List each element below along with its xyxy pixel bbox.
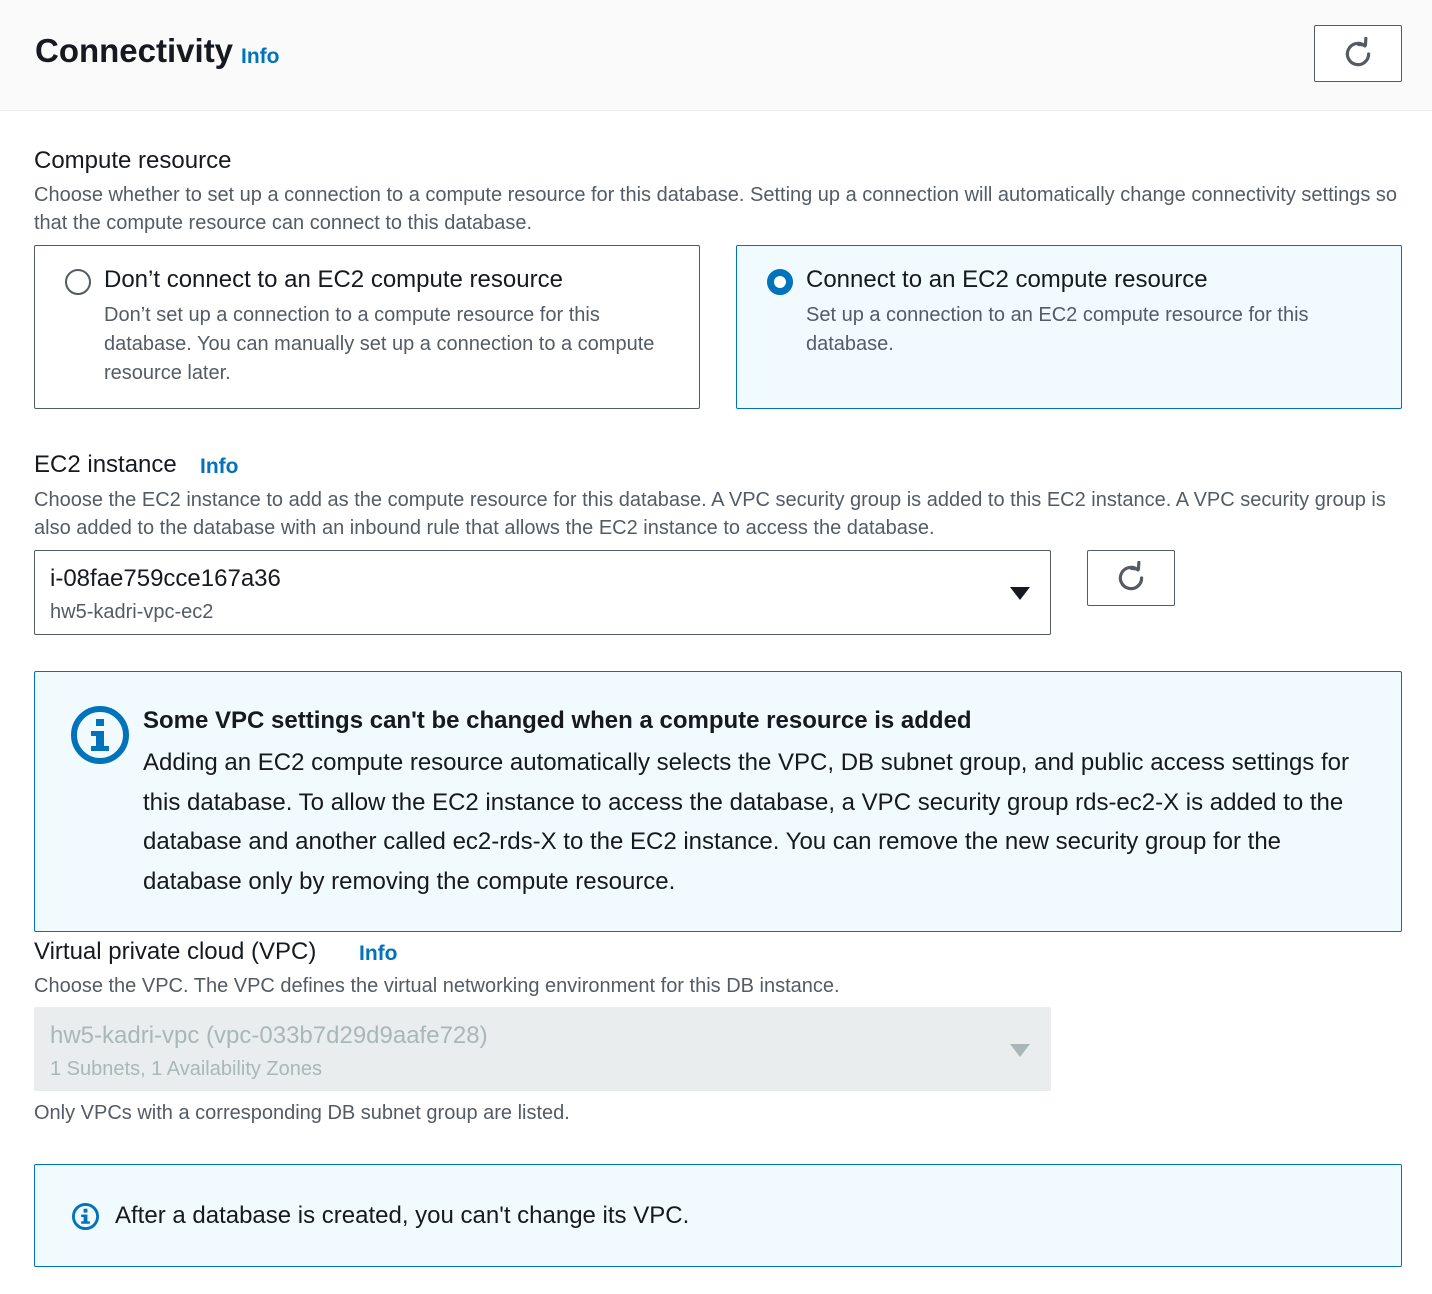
connectivity-info-link[interactable]: Info <box>241 45 279 69</box>
option-dont-connect-ec2[interactable]: Don’t connect to an EC2 compute resource… <box>34 245 700 409</box>
vpc-selected-detail: 1 Subnets, 1 Availability Zones <box>50 1058 323 1080</box>
option-title: Don’t connect to an EC2 compute resource <box>104 266 563 293</box>
vpc-info-link[interactable]: Info <box>359 942 397 966</box>
info-circle-icon <box>71 706 129 764</box>
section-title: Connectivity <box>35 32 234 69</box>
refresh-icon <box>1118 561 1144 591</box>
caret-down-icon <box>1010 1044 1030 1057</box>
vpc-label: Virtual private cloud (VPC) <box>34 938 317 965</box>
caret-down-icon <box>1010 587 1030 600</box>
option-title: Connect to an EC2 compute resource <box>806 266 1208 293</box>
option-connect-ec2[interactable]: Connect to an EC2 compute resource Set u… <box>736 245 1402 409</box>
radio-dont-connect[interactable] <box>65 269 91 295</box>
refresh-button[interactable] <box>1314 25 1402 82</box>
vpc-settings-alert: Some VPC settings can't be changed when … <box>34 671 1402 932</box>
ec2-instance-label: EC2 instance <box>34 451 177 478</box>
compute-resource-description: Choose whether to set up a connection to… <box>34 184 1398 234</box>
ec2-instance-info-link[interactable]: Info <box>200 455 238 479</box>
vpc-description: Choose the VPC. The VPC defines the virt… <box>34 975 840 997</box>
section-header: Connectivity Info <box>0 0 1432 111</box>
info-circle-icon <box>71 1202 100 1231</box>
vpc-note-text: After a database is created, you can't c… <box>115 1202 690 1229</box>
vpc-note-alert: After a database is created, you can't c… <box>34 1164 1402 1267</box>
vpc-select: hw5-kadri-vpc (vpc-033b7d29d9aafe728) 1 … <box>34 1007 1051 1091</box>
ec2-instance-description: Choose the EC2 instance to add as the co… <box>34 489 1386 539</box>
vpc-constraint-text: Only VPCs with a corresponding DB subnet… <box>34 1102 570 1124</box>
ec2-instance-id: i-08fae759cce167a36 <box>50 565 281 592</box>
option-description: Don’t set up a connection to a compute r… <box>104 304 655 384</box>
compute-resource-label: Compute resource <box>34 147 232 174</box>
ec2-instance-select[interactable]: i-08fae759cce167a36 hw5-kadri-vpc-ec2 <box>34 550 1051 635</box>
option-description: Set up a connection to an EC2 compute re… <box>806 304 1309 355</box>
ec2-instance-name: hw5-kadri-vpc-ec2 <box>50 601 214 623</box>
ec2-refresh-button[interactable] <box>1087 550 1175 606</box>
alert-body: Adding an EC2 compute resource automatic… <box>143 749 1349 895</box>
radio-connect[interactable] <box>767 269 793 295</box>
alert-title: Some VPC settings can't be changed when … <box>143 707 972 734</box>
vpc-selected: hw5-kadri-vpc (vpc-033b7d29d9aafe728) <box>50 1022 488 1049</box>
refresh-icon <box>1345 36 1371 66</box>
